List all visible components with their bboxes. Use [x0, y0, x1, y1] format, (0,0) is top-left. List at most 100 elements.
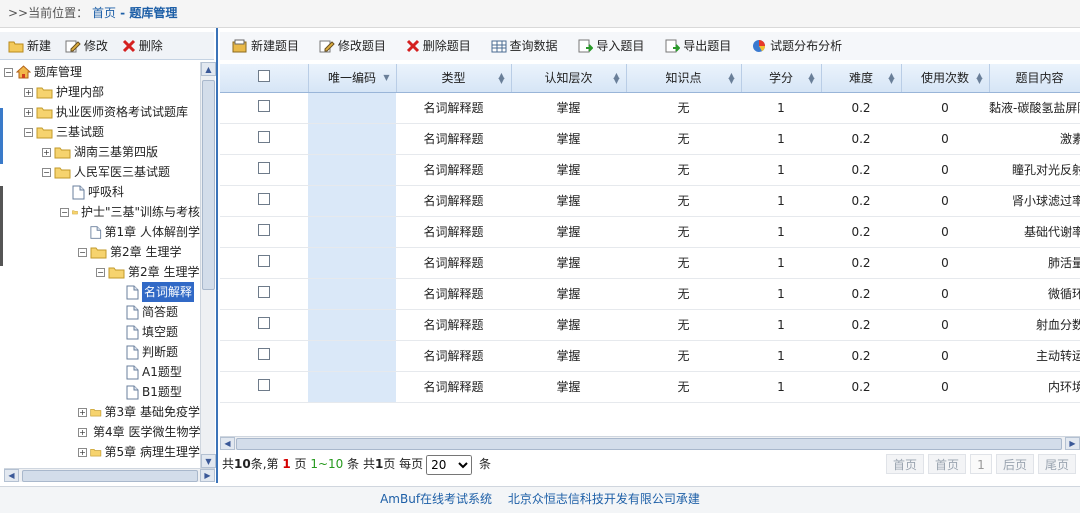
- table-row[interactable]: 名词解释题 掌握无 1 0.2 0 黏液-碳酸氢盐屏障: [220, 92, 1080, 124]
- collapse-icon[interactable]: −: [4, 67, 13, 77]
- query-data-button[interactable]: 查询数据: [491, 32, 558, 60]
- tree-node[interactable]: 简答题: [4, 302, 200, 322]
- tree-node[interactable]: + 护理内部: [4, 82, 200, 102]
- tree-edit-button[interactable]: 修改: [65, 32, 108, 60]
- table-row[interactable]: 名词解释题 掌握无 1 0.2 0 肾小球滤过率: [220, 185, 1080, 217]
- row-checkbox[interactable]: [220, 340, 308, 372]
- row-checkbox[interactable]: [220, 371, 308, 403]
- folder-icon: [108, 267, 125, 279]
- collapse-icon[interactable]: −: [96, 267, 105, 277]
- scroll-down-icon[interactable]: ▼: [201, 454, 216, 468]
- tree-node[interactable]: 名词解释: [4, 282, 200, 302]
- col-header-type[interactable]: 类型 ▲ ▼: [396, 64, 512, 93]
- import-question-button[interactable]: 导入题目: [577, 32, 644, 60]
- table-row[interactable]: 名词解释题 掌握无 1 0.2 0 基础代谢率: [220, 216, 1080, 248]
- next-page-button[interactable]: 后页: [996, 454, 1034, 474]
- expand-icon[interactable]: +: [78, 427, 87, 437]
- collapse-icon[interactable]: −: [60, 207, 69, 217]
- tree-node[interactable]: + 第4章 医学微生物学: [4, 422, 200, 442]
- table-row[interactable]: 名词解释题掌握无10.20内环境: [220, 371, 1080, 403]
- pager-text: 页 每页: [383, 457, 424, 471]
- row-checkbox[interactable]: [220, 92, 308, 124]
- tree-node[interactable]: − 人民军医三基试题: [4, 162, 200, 182]
- cell-id: [308, 185, 396, 217]
- table-row[interactable]: 名词解释题掌握无10.20微循环: [220, 278, 1080, 310]
- edit-question-button[interactable]: 修改题目: [319, 32, 386, 60]
- table-row[interactable]: 名词解释题掌握无10.20激素: [220, 123, 1080, 155]
- row-checkbox[interactable]: [220, 123, 308, 155]
- scroll-left-icon[interactable]: ◀: [220, 437, 235, 450]
- col-header-usage[interactable]: 使用次数 ▲ ▼: [901, 64, 990, 93]
- page-number[interactable]: 1: [970, 454, 992, 474]
- export-question-button[interactable]: 导出题目: [664, 32, 731, 60]
- row-checkbox[interactable]: [220, 216, 308, 248]
- first-page-button[interactable]: 首页: [886, 454, 924, 474]
- col-header-id[interactable]: 唯一编码 ▼: [308, 64, 397, 93]
- tree-node[interactable]: − 第2章 生理学: [4, 242, 200, 262]
- scroll-right-icon[interactable]: ▶: [1065, 437, 1080, 450]
- select-all-checkbox[interactable]: [220, 64, 309, 93]
- scroll-left-icon[interactable]: ◀: [4, 469, 19, 482]
- breadcrumb-current: 题库管理: [129, 6, 178, 20]
- page-size-select[interactable]: 20: [426, 454, 473, 475]
- delete-question-button[interactable]: 删除题目: [406, 32, 471, 60]
- tree-node[interactable]: + 执业医师资格考试试题库: [4, 102, 200, 122]
- scroll-thumb[interactable]: [202, 80, 215, 290]
- tree-node[interactable]: 呼吸科: [4, 182, 200, 202]
- tree-node[interactable]: + 第5章 病理生理学: [4, 442, 200, 462]
- prev-page-button[interactable]: 首页: [928, 454, 966, 474]
- tree-delete-button[interactable]: 删除: [122, 32, 163, 60]
- expand-icon[interactable]: +: [78, 447, 87, 457]
- tree-horizontal-scrollbar[interactable]: ◀ ▶: [4, 468, 215, 482]
- analysis-button[interactable]: 试题分布分析: [751, 32, 842, 60]
- tree-node[interactable]: + 湖南三基第四版: [4, 142, 200, 162]
- tree-node[interactable]: − 第2章 生理学: [4, 262, 200, 282]
- tree-node[interactable]: − 三基试题: [4, 122, 200, 142]
- expand-icon[interactable]: +: [78, 407, 87, 417]
- col-header-knowledge[interactable]: 知识点 ▲ ▼: [626, 64, 742, 93]
- col-header-difficulty[interactable]: 难度 ▲ ▼: [821, 64, 902, 93]
- col-header-credit[interactable]: 学分 ▲ ▼: [741, 64, 822, 93]
- collapse-icon[interactable]: −: [78, 247, 87, 257]
- col-header-content[interactable]: 题目内容: [989, 64, 1080, 93]
- tree-node[interactable]: 填空题: [4, 322, 200, 342]
- scroll-up-icon[interactable]: ▲: [201, 62, 216, 76]
- new-question-button[interactable]: 新建题目: [232, 32, 299, 60]
- category-tree: − 题库管理 + 护理内部 + 执业医师资格考试试题库 − 三基试题 + 湖南三基第四版 − 人民军医…: [4, 62, 200, 468]
- tree-node[interactable]: + 第3章 基础免疫学: [4, 402, 200, 422]
- table-row[interactable]: 名词解释题 掌握无 1 0.2 0 主动转运: [220, 340, 1080, 372]
- table-row[interactable]: 名词解释题 掌握无 1 0.2 0 瞳孔对光反射: [220, 154, 1080, 186]
- row-checkbox[interactable]: [220, 185, 308, 217]
- scroll-thumb[interactable]: [22, 470, 198, 482]
- col-header-level[interactable]: 认知层次 ▲ ▼: [511, 64, 627, 93]
- grid-horizontal-scrollbar[interactable]: ◀ ▶: [220, 436, 1080, 450]
- scroll-thumb[interactable]: [236, 438, 1062, 450]
- edge-marker: [0, 108, 3, 164]
- tree-vertical-scrollbar[interactable]: ▲ ▼: [200, 62, 216, 468]
- tree-node[interactable]: A1题型: [4, 362, 200, 382]
- row-checkbox[interactable]: [220, 309, 308, 341]
- scroll-right-icon[interactable]: ▶: [200, 469, 215, 482]
- tree-node[interactable]: − 护士"三基"训练与考核: [4, 202, 200, 222]
- collapse-icon[interactable]: −: [24, 127, 33, 137]
- expand-icon[interactable]: +: [24, 107, 33, 117]
- folder-icon: [90, 408, 102, 417]
- table-row[interactable]: 名词解释题 掌握无 1 0.2 0 射血分数: [220, 309, 1080, 341]
- table-row[interactable]: 名词解释题掌握无10.20肺活量: [220, 247, 1080, 279]
- collapse-icon[interactable]: −: [42, 167, 51, 177]
- row-checkbox[interactable]: [220, 154, 308, 186]
- cell-credit: 1: [741, 216, 821, 248]
- tree-new-button[interactable]: 新建: [8, 32, 51, 60]
- panel-splitter[interactable]: [216, 28, 218, 483]
- tree-node[interactable]: 判断题: [4, 342, 200, 362]
- tree-node[interactable]: B1题型: [4, 382, 200, 402]
- expand-icon[interactable]: +: [42, 147, 51, 157]
- pie-chart-icon: [753, 40, 766, 52]
- breadcrumb-home-link[interactable]: 首页: [92, 6, 116, 20]
- expand-icon[interactable]: +: [24, 87, 33, 97]
- last-page-button[interactable]: 尾页: [1038, 454, 1076, 474]
- tree-node[interactable]: − 题库管理: [4, 62, 200, 82]
- tree-node[interactable]: 第1章 人体解剖学: [4, 222, 200, 242]
- row-checkbox[interactable]: [220, 278, 308, 310]
- row-checkbox[interactable]: [220, 247, 308, 279]
